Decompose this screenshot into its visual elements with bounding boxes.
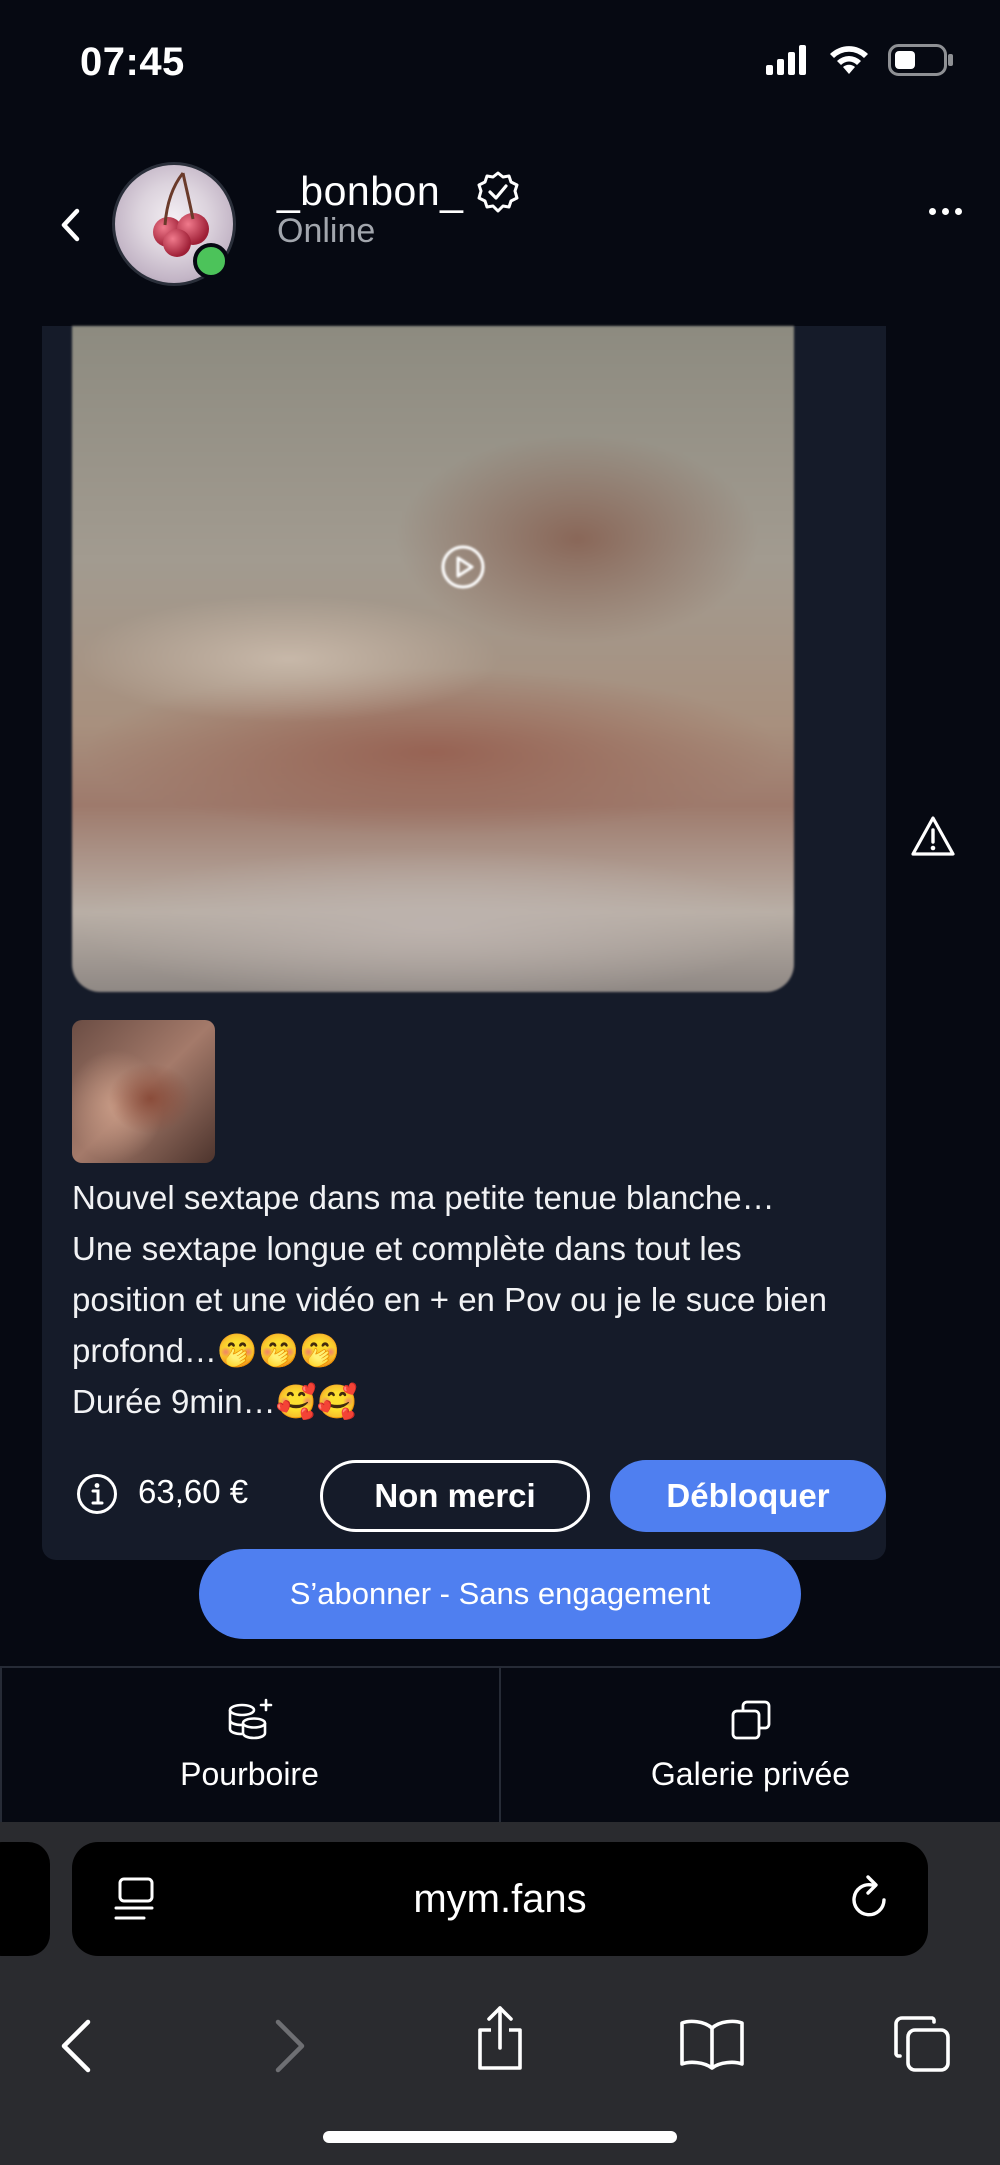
blurred-thumbnail[interactable] xyxy=(72,1020,215,1163)
price-row: 63,60 € Non merci Débloquer xyxy=(72,1456,886,1532)
previous-tab-stub[interactable] xyxy=(0,1842,50,1956)
chevron-left-icon xyxy=(61,208,80,242)
wifi-icon xyxy=(830,46,868,74)
dot xyxy=(955,208,962,215)
browser-nav-row xyxy=(0,1990,1000,2100)
tabs-icon[interactable] xyxy=(892,2014,952,2074)
decline-button[interactable]: Non merci xyxy=(320,1460,590,1532)
status-icons xyxy=(766,44,954,76)
dot xyxy=(942,208,949,215)
blurred-video-preview[interactable] xyxy=(72,326,794,992)
message-description: Nouvel sextape dans ma petite tenue blan… xyxy=(72,1172,862,1427)
coins-plus-icon xyxy=(228,1698,272,1739)
play-icon[interactable] xyxy=(440,544,486,590)
browser-toolbar: mym.fans xyxy=(0,1822,1000,2165)
verified-badge-icon xyxy=(477,171,519,212)
browser-forward-icon[interactable] xyxy=(272,2018,308,2074)
bookmarks-icon[interactable] xyxy=(678,2016,746,2070)
online-indicator xyxy=(193,243,229,279)
subscribe-button[interactable]: S’abonner - Sans engagement xyxy=(199,1549,801,1639)
report-warning-icon[interactable] xyxy=(910,815,956,857)
address-bar[interactable]: mym.fans xyxy=(72,1842,928,1956)
username: _bonbon_ xyxy=(277,168,464,214)
private-gallery-button[interactable]: Galerie privée xyxy=(499,1668,1000,1822)
unlock-button[interactable]: Débloquer xyxy=(610,1460,886,1532)
gallery-icon xyxy=(731,1700,770,1739)
tip-button[interactable]: Pourboire xyxy=(0,1668,499,1822)
share-icon[interactable] xyxy=(472,2004,528,2074)
private-gallery-label: Galerie privée xyxy=(650,1755,851,1792)
chat-header: _bonbon_ Online xyxy=(0,150,1000,300)
locked-message-card: Nouvel sextape dans ma petite tenue blan… xyxy=(42,326,886,1560)
price-label: 63,60 € xyxy=(138,1473,249,1510)
page-menu-icon[interactable] xyxy=(114,1876,158,1922)
status-time: 07:45 xyxy=(80,40,185,84)
cellular-signal-icon xyxy=(766,45,806,75)
info-icon[interactable] xyxy=(76,1473,118,1515)
bottom-actions: Pourboire Galerie privée xyxy=(0,1666,1000,1822)
url-text: mym.fans xyxy=(413,1876,587,1921)
back-button[interactable] xyxy=(50,205,90,245)
dot xyxy=(929,208,936,215)
battery-icon xyxy=(888,44,953,76)
tip-label: Pourboire xyxy=(180,1755,319,1792)
home-indicator[interactable] xyxy=(323,2131,677,2143)
online-status: Online xyxy=(277,212,376,250)
username-row[interactable]: _bonbon_ xyxy=(277,168,519,215)
reload-icon[interactable] xyxy=(846,1872,894,1924)
browser-back-icon[interactable] xyxy=(58,2018,94,2074)
message-text: Nouvel sextape dans ma petite tenue blan… xyxy=(72,1179,827,1420)
more-options-button[interactable] xyxy=(929,208,962,215)
